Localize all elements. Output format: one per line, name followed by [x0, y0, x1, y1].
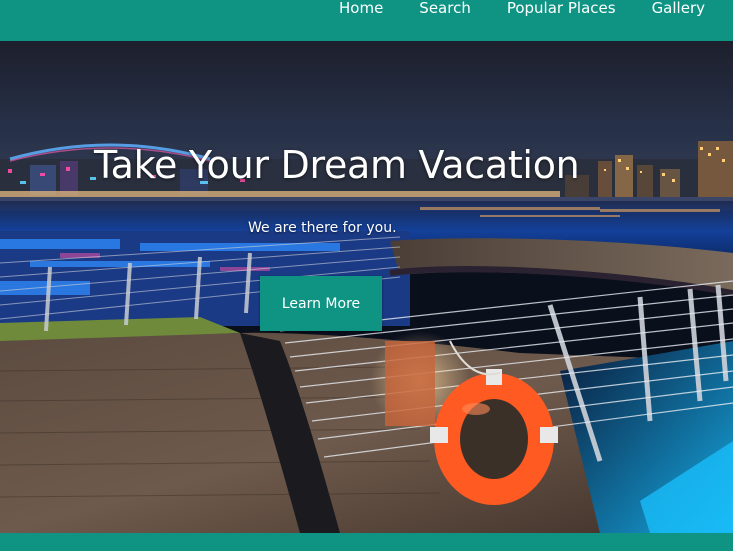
nav-menu: Home Search Popular Places Gallery	[303, 0, 733, 18]
hero-subtitle: We are there for you.	[248, 220, 397, 236]
learn-more-button[interactable]: Learn More	[260, 276, 382, 331]
nav-link-home[interactable]: Home	[339, 0, 383, 16]
nav-link-popular-places[interactable]: Popular Places	[507, 0, 616, 16]
hero-title: Take Your Dream Vacation	[94, 143, 580, 187]
navbar: Home Search Popular Places Gallery	[0, 0, 733, 41]
nav-link-search[interactable]: Search	[419, 0, 471, 16]
footer-strip	[0, 533, 733, 551]
page: Home Search Popular Places Gallery Take …	[0, 0, 733, 551]
nav-link-gallery[interactable]: Gallery	[652, 0, 705, 16]
hero-section: Take Your Dream Vacation We are there fo…	[0, 41, 733, 533]
